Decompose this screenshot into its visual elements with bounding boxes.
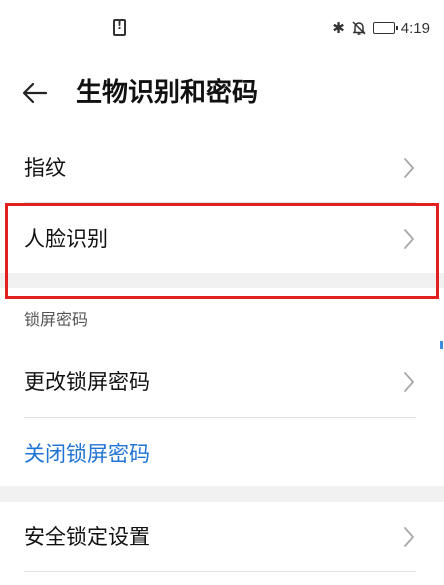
chevron-right-icon	[404, 527, 414, 547]
status-bar: ✱ 4:19	[0, 0, 444, 56]
change-lock-password-label: 更改锁屏密码	[24, 370, 150, 394]
page-title: 生物识别和密码	[76, 78, 259, 108]
app-bar: 生物识别和密码	[0, 60, 444, 126]
status-bar-right: ✱ 4:19	[332, 17, 430, 39]
section-separator	[0, 486, 444, 502]
disable-lock-password-row[interactable]: 关闭锁屏密码	[0, 420, 444, 486]
fingerprint-label: 指纹	[24, 156, 66, 180]
battery-icon	[372, 22, 398, 34]
back-arrow-icon[interactable]	[20, 78, 50, 108]
mute-bell-icon	[352, 21, 366, 35]
divider	[24, 417, 416, 418]
change-lock-password-row[interactable]: 更改锁屏密码	[0, 348, 444, 416]
bluetooth-icon: ✱	[332, 19, 345, 37]
status-time: 4:19	[400, 19, 430, 37]
notification-alert-icon	[113, 19, 126, 36]
secure-lock-settings-label: 安全锁定设置	[24, 525, 150, 549]
chevron-right-icon	[404, 158, 414, 178]
disable-lock-password-link[interactable]: 关闭锁屏密码	[24, 439, 150, 469]
secure-lock-settings-row[interactable]: 安全锁定设置	[0, 503, 444, 571]
chevron-right-icon	[404, 372, 414, 392]
highlight-annotation	[5, 203, 439, 299]
edge-mark	[440, 341, 443, 349]
fingerprint-row[interactable]: 指纹	[0, 134, 444, 202]
section-header-lock-screen: 锁屏密码	[24, 310, 89, 329]
divider	[24, 571, 416, 572]
